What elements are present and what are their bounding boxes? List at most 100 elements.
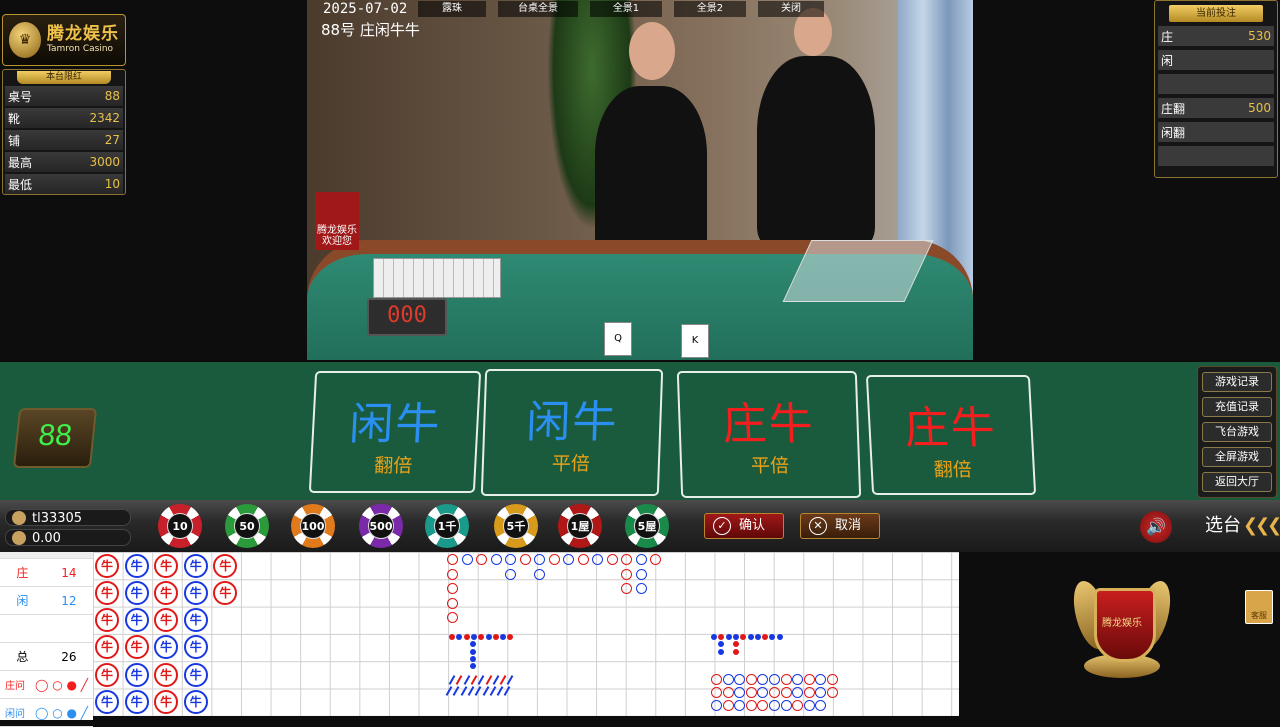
bead-road-mark: 牛 [183,553,208,578]
bet-row: 庄 530 [1158,26,1274,46]
big-road-mark [722,700,734,711]
big-road-mark [815,674,827,685]
big-road-mark [577,554,589,565]
derived-road-mark [489,686,497,696]
big-road-mark [734,687,746,698]
big-road-mark [621,568,632,580]
big-road-mark [769,687,780,698]
live-video: 腾龙娱乐 欢迎您 000 Q K 2025-07-02 露珠 台桌全景 全景1 … [307,0,973,360]
bead-road-mark: 牛 [124,662,149,687]
balance-field: 0.00 [5,529,131,546]
bead-road-mark: 牛 [95,662,119,687]
link-switch-table[interactable]: 飞台游戏 [1202,422,1272,442]
chip-10[interactable]: 10 [158,504,202,548]
derived-road-mark [492,675,500,685]
bead-road-mark: 牛 [154,553,179,578]
btn-panorama-2[interactable]: 全景2 [674,1,746,17]
bet-area-player-single[interactable]: 闲牛 平倍 [480,369,664,496]
chip-5w[interactable]: 5屋 [625,504,669,548]
cancel-button[interactable]: ✕ 取消 [800,513,880,539]
road-stats: 庄 14 闲 12 总 26 庄问 ◯ ○ ● ╱ 闲问 ◯ ○ ● ╱ [0,552,93,727]
big-road-mark [792,674,804,685]
bead-road-mark: 牛 [95,690,119,714]
chip-5k[interactable]: 5千 [494,504,538,548]
bet-area-player-double[interactable]: 闲牛 翻倍 [308,371,482,493]
bet-area-banker-double[interactable]: 庄牛 翻倍 [865,375,1037,495]
chip-100[interactable]: 100 [291,504,335,548]
bet-area-title: 庄牛 [903,403,998,454]
user-icon [12,511,26,525]
derived-road-mark [470,675,478,685]
total-count: 总 26 [0,643,93,671]
big-road-mark [650,554,661,565]
big-road-mark [734,674,746,685]
bead-road-mark: 牛 [95,553,119,578]
chip-1k[interactable]: 1千 [425,504,469,548]
side-menu: 游戏记录 充值记录 飞台游戏 全屏游戏 返回大厅 [1197,366,1277,498]
derived-road-mark [733,648,739,655]
chip-500[interactable]: 500 [359,504,403,548]
derived-road-mark [769,634,776,640]
derived-road-mark [470,648,476,655]
bead-road-mark: 牛 [183,580,208,605]
player-count: 闲 12 [0,587,93,615]
username-field: tl33305 [5,509,131,526]
speaker-icon[interactable]: 🔊 [1140,511,1172,543]
link-fullscreen[interactable]: 全屏游戏 [1202,447,1272,467]
big-road-mark [711,687,722,698]
banker-ask[interactable]: 庄问 ◯ ○ ● ╱ [0,671,93,699]
player-ask[interactable]: 闲问 ◯ ○ ● ╱ [0,699,93,727]
big-road-mark [792,687,804,698]
bead-road-mark: 牛 [213,580,238,605]
derived-road-mark [470,634,477,640]
bet-area-subtitle: 平倍 [551,453,591,475]
crest-icon: ♛ [9,22,41,58]
big-road-mark [635,583,647,594]
derived-road-mark [482,686,489,696]
big-road-mark [792,700,804,711]
big-road-mark [635,568,647,580]
limit-row: 最高 3000 [5,152,123,172]
derived-road-mark [463,634,470,640]
link-game-records[interactable]: 游戏记录 [1202,372,1272,392]
bead-road-mark: 牛 [154,690,179,714]
big-road-mark [476,554,487,565]
link-recharge-records[interactable]: 充值记录 [1202,397,1272,417]
select-table-button[interactable]: 选台 ❮❮❮ [1205,511,1280,537]
derived-road-mark [492,634,499,640]
big-road-mark [505,568,516,580]
bead-road-mark: 牛 [95,608,119,633]
big-road-mark [519,554,531,565]
bet-area-subtitle: 翻倍 [373,455,413,477]
btn-bead-road[interactable]: 露珠 [418,1,486,17]
big-road-mark [745,700,757,711]
derived-road-mark [740,634,747,640]
big-road-mark [757,687,769,698]
big-road-mark [757,674,769,685]
money-bag-icon [12,531,26,545]
big-road-mark [803,674,815,685]
chip-1w[interactable]: 1屋 [558,504,602,548]
derived-road-mark [467,686,475,696]
big-road-mark [745,674,757,685]
big-road-mark [621,583,632,594]
chip-50[interactable]: 50 [225,504,269,548]
derived-road-mark [452,686,460,696]
btn-table-panorama[interactable]: 台桌全景 [498,1,578,17]
big-road-mark [827,674,838,685]
table-limits-panel: 本台限红 桌号 88 靴 2342 铺 27 最高 3000 最低 10 [2,69,126,195]
link-back-lobby[interactable]: 返回大厅 [1202,472,1272,492]
banker-count: 庄 14 [0,559,93,587]
big-road-mark [757,700,769,711]
btn-close-video[interactable]: 关闭 [758,1,824,17]
video-toolbar: 2025-07-02 露珠 台桌全景 全景1 全景2 关闭 [307,0,836,18]
bet-area-banker-single[interactable]: 庄牛 平倍 [676,371,862,498]
btn-panorama-1[interactable]: 全景1 [590,1,662,17]
customer-service-icon[interactable]: 客服 [1245,590,1273,624]
bead-road-mark: 牛 [124,635,149,660]
big-road-mark [621,554,632,565]
bead-road-mark: 牛 [183,635,208,660]
big-road-mark [548,554,560,565]
confirm-button[interactable]: ✓ 确认 [704,513,784,539]
derived-road-mark [470,641,476,648]
